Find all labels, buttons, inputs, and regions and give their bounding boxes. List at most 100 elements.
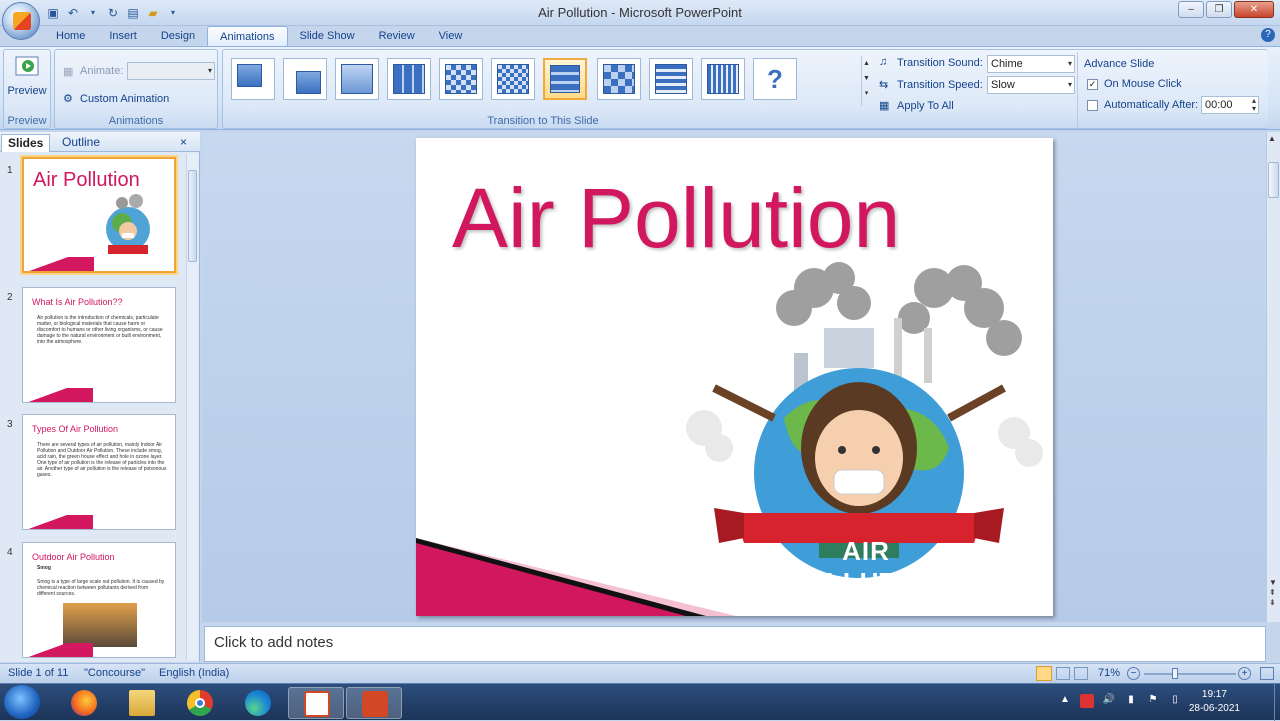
slide-title[interactable]: Air Pollution bbox=[452, 170, 900, 267]
scroll-up-icon[interactable]: ▲ bbox=[1268, 134, 1276, 143]
transition-thumb-6[interactable] bbox=[491, 58, 535, 100]
auto-after-input[interactable]: 00:00 ▴ ▾ bbox=[1201, 96, 1259, 114]
pink-accent-strip bbox=[23, 515, 93, 529]
slide-number: 2 bbox=[7, 292, 13, 303]
zoom-in-icon[interactable]: + bbox=[1238, 667, 1251, 680]
zoom-level[interactable]: 71% bbox=[1098, 667, 1120, 679]
panel-close-icon[interactable]: × bbox=[180, 134, 187, 152]
transition-speed-select[interactable]: Slow ▾ bbox=[987, 76, 1075, 94]
tab-outline[interactable]: Outline bbox=[56, 134, 106, 152]
theme-name: "Concourse" bbox=[84, 667, 146, 679]
start-button[interactable] bbox=[4, 685, 40, 719]
action-center-icon[interactable]: ⚑ bbox=[1146, 694, 1160, 708]
auto-after-checkbox[interactable] bbox=[1087, 100, 1098, 111]
status-bar: Slide 1 of 11 "Concourse" English (India… bbox=[0, 663, 1280, 683]
system-clock[interactable]: 19:17 28-06-2021 bbox=[1189, 688, 1240, 716]
transition-thumb-3[interactable] bbox=[335, 58, 379, 100]
slide-thumb-4[interactable]: Outdoor Air Pollution Smog Smog is a typ… bbox=[22, 542, 176, 658]
language[interactable]: English (India) bbox=[159, 667, 229, 679]
preview-button[interactable]: Preview bbox=[6, 54, 48, 97]
transition-thumb-4[interactable] bbox=[387, 58, 431, 100]
transition-sound-icon: ♫ bbox=[879, 56, 888, 68]
edge-taskbar-button[interactable] bbox=[234, 687, 280, 719]
gallery-scroll[interactable]: ▲ ▼ ▾ bbox=[861, 56, 871, 106]
ribbon-tabs: Home Insert Design Animations Slide Show… bbox=[44, 26, 474, 46]
window-title: Air Pollution - Microsoft PowerPoint bbox=[538, 5, 742, 20]
slide-show-icon[interactable] bbox=[1074, 667, 1088, 680]
on-mouse-click-label: On Mouse Click bbox=[1104, 78, 1182, 90]
preview-group-label: Preview bbox=[7, 115, 47, 127]
scroll-thumb[interactable] bbox=[1268, 162, 1279, 198]
maximize-button[interactable]: ❐ bbox=[1206, 1, 1232, 18]
zoom-slider-thumb[interactable] bbox=[1172, 668, 1178, 679]
tab-view[interactable]: View bbox=[427, 26, 475, 46]
show-hidden-icons[interactable]: ▲ bbox=[1058, 694, 1072, 708]
preview-icon bbox=[15, 56, 39, 76]
transition-thumb-1[interactable] bbox=[231, 58, 275, 100]
taskbar: ▲ 🔊 ▮ ⚑ ▯ 19:17 28-06-2021 bbox=[0, 683, 1280, 721]
fit-to-window-icon[interactable] bbox=[1260, 667, 1274, 680]
explorer-taskbar-button[interactable] bbox=[118, 687, 164, 719]
current-slide[interactable]: Air Pollution AIR POLLUTION bbox=[416, 138, 1053, 616]
slide-thumb-1[interactable]: Air Pollution bbox=[22, 157, 176, 273]
editor-scrollbar[interactable]: ▲ ▼ ⇞ ⇟ bbox=[1266, 132, 1280, 622]
normal-view-icon[interactable] bbox=[1036, 666, 1052, 681]
tab-home[interactable]: Home bbox=[44, 26, 97, 46]
custom-animation-button[interactable]: Custom Animation bbox=[80, 93, 169, 105]
transition-sound-select[interactable]: Chime ▾ bbox=[987, 55, 1075, 73]
zoom-slider[interactable] bbox=[1144, 673, 1236, 675]
transition-speed-label: Transition Speed: bbox=[897, 79, 983, 91]
minimize-button[interactable]: – bbox=[1178, 1, 1204, 18]
powerpoint-2007-taskbar-button[interactable] bbox=[288, 687, 344, 719]
show-desktop-button[interactable] bbox=[1274, 684, 1280, 721]
firefox-taskbar-button[interactable] bbox=[60, 687, 106, 719]
firefox-icon bbox=[71, 690, 97, 716]
office-tray-icon[interactable] bbox=[1080, 694, 1094, 708]
tab-review[interactable]: Review bbox=[367, 26, 427, 46]
slide-thumb-2[interactable]: What Is Air Pollution?? Air pollution is… bbox=[22, 287, 176, 403]
tab-insert[interactable]: Insert bbox=[97, 26, 149, 46]
chrome-taskbar-button[interactable] bbox=[176, 687, 222, 719]
battery-icon[interactable]: ▯ bbox=[1168, 694, 1182, 708]
slide-accent-shape bbox=[416, 538, 736, 616]
slide-thumb-3[interactable]: Types Of Air Pollution There are several… bbox=[22, 414, 176, 530]
auto-after-value: 00:00 bbox=[1205, 99, 1233, 111]
panel-tabs: Slides Outline × bbox=[0, 132, 200, 152]
slide-thumb-title: Air Pollution bbox=[33, 169, 140, 191]
transition-thumb-random[interactable]: ? bbox=[753, 58, 797, 100]
apply-to-all-button[interactable]: Apply To All bbox=[897, 100, 954, 112]
clock-date: 28-06-2021 bbox=[1188, 703, 1240, 714]
volume-icon[interactable]: 🔊 bbox=[1102, 694, 1116, 708]
help-icon[interactable]: ? bbox=[1261, 28, 1275, 42]
notes-pane[interactable]: Click to add notes bbox=[204, 626, 1266, 662]
slide-count: Slide 1 of 11 bbox=[8, 667, 69, 679]
zoom-out-icon[interactable]: − bbox=[1127, 667, 1140, 680]
tab-slide-show[interactable]: Slide Show bbox=[288, 26, 367, 46]
slides-panel-scrollbar[interactable] bbox=[186, 154, 198, 660]
slide-thumb-subtitle: Smog bbox=[37, 565, 51, 571]
scroll-thumb[interactable] bbox=[188, 170, 197, 262]
transition-thumb-5[interactable] bbox=[439, 58, 483, 100]
tab-animations[interactable]: Animations bbox=[207, 26, 288, 46]
slide-sorter-icon[interactable] bbox=[1056, 667, 1070, 680]
scroll-down-icons[interactable]: ▼ ⇞ ⇟ bbox=[1269, 578, 1277, 608]
pink-accent-strip bbox=[24, 257, 94, 271]
tab-design[interactable]: Design bbox=[149, 26, 207, 46]
folder-icon bbox=[129, 690, 155, 716]
network-icon[interactable]: ▮ bbox=[1124, 694, 1138, 708]
divider bbox=[1077, 52, 1078, 128]
transition-thumb-10[interactable] bbox=[701, 58, 745, 100]
animate-select[interactable]: ▾ bbox=[127, 62, 215, 80]
pink-accent-strip bbox=[23, 388, 93, 402]
office-button[interactable] bbox=[2, 2, 40, 40]
transition-thumb-7-selected[interactable] bbox=[543, 58, 587, 100]
on-mouse-click-checkbox[interactable]: ✓ bbox=[1087, 79, 1098, 90]
transition-thumb-2[interactable] bbox=[283, 58, 327, 100]
transition-thumb-9[interactable] bbox=[649, 58, 693, 100]
close-button[interactable]: ✕ bbox=[1234, 1, 1274, 18]
powerpoint-taskbar-button[interactable] bbox=[346, 687, 402, 719]
tab-slides[interactable]: Slides bbox=[1, 134, 51, 152]
transition-thumb-8[interactable] bbox=[597, 58, 641, 100]
slides-panel: Slides Outline × 1 Air Pollution 2 What … bbox=[0, 132, 200, 662]
apply-to-all-icon: ▦ bbox=[879, 100, 890, 112]
